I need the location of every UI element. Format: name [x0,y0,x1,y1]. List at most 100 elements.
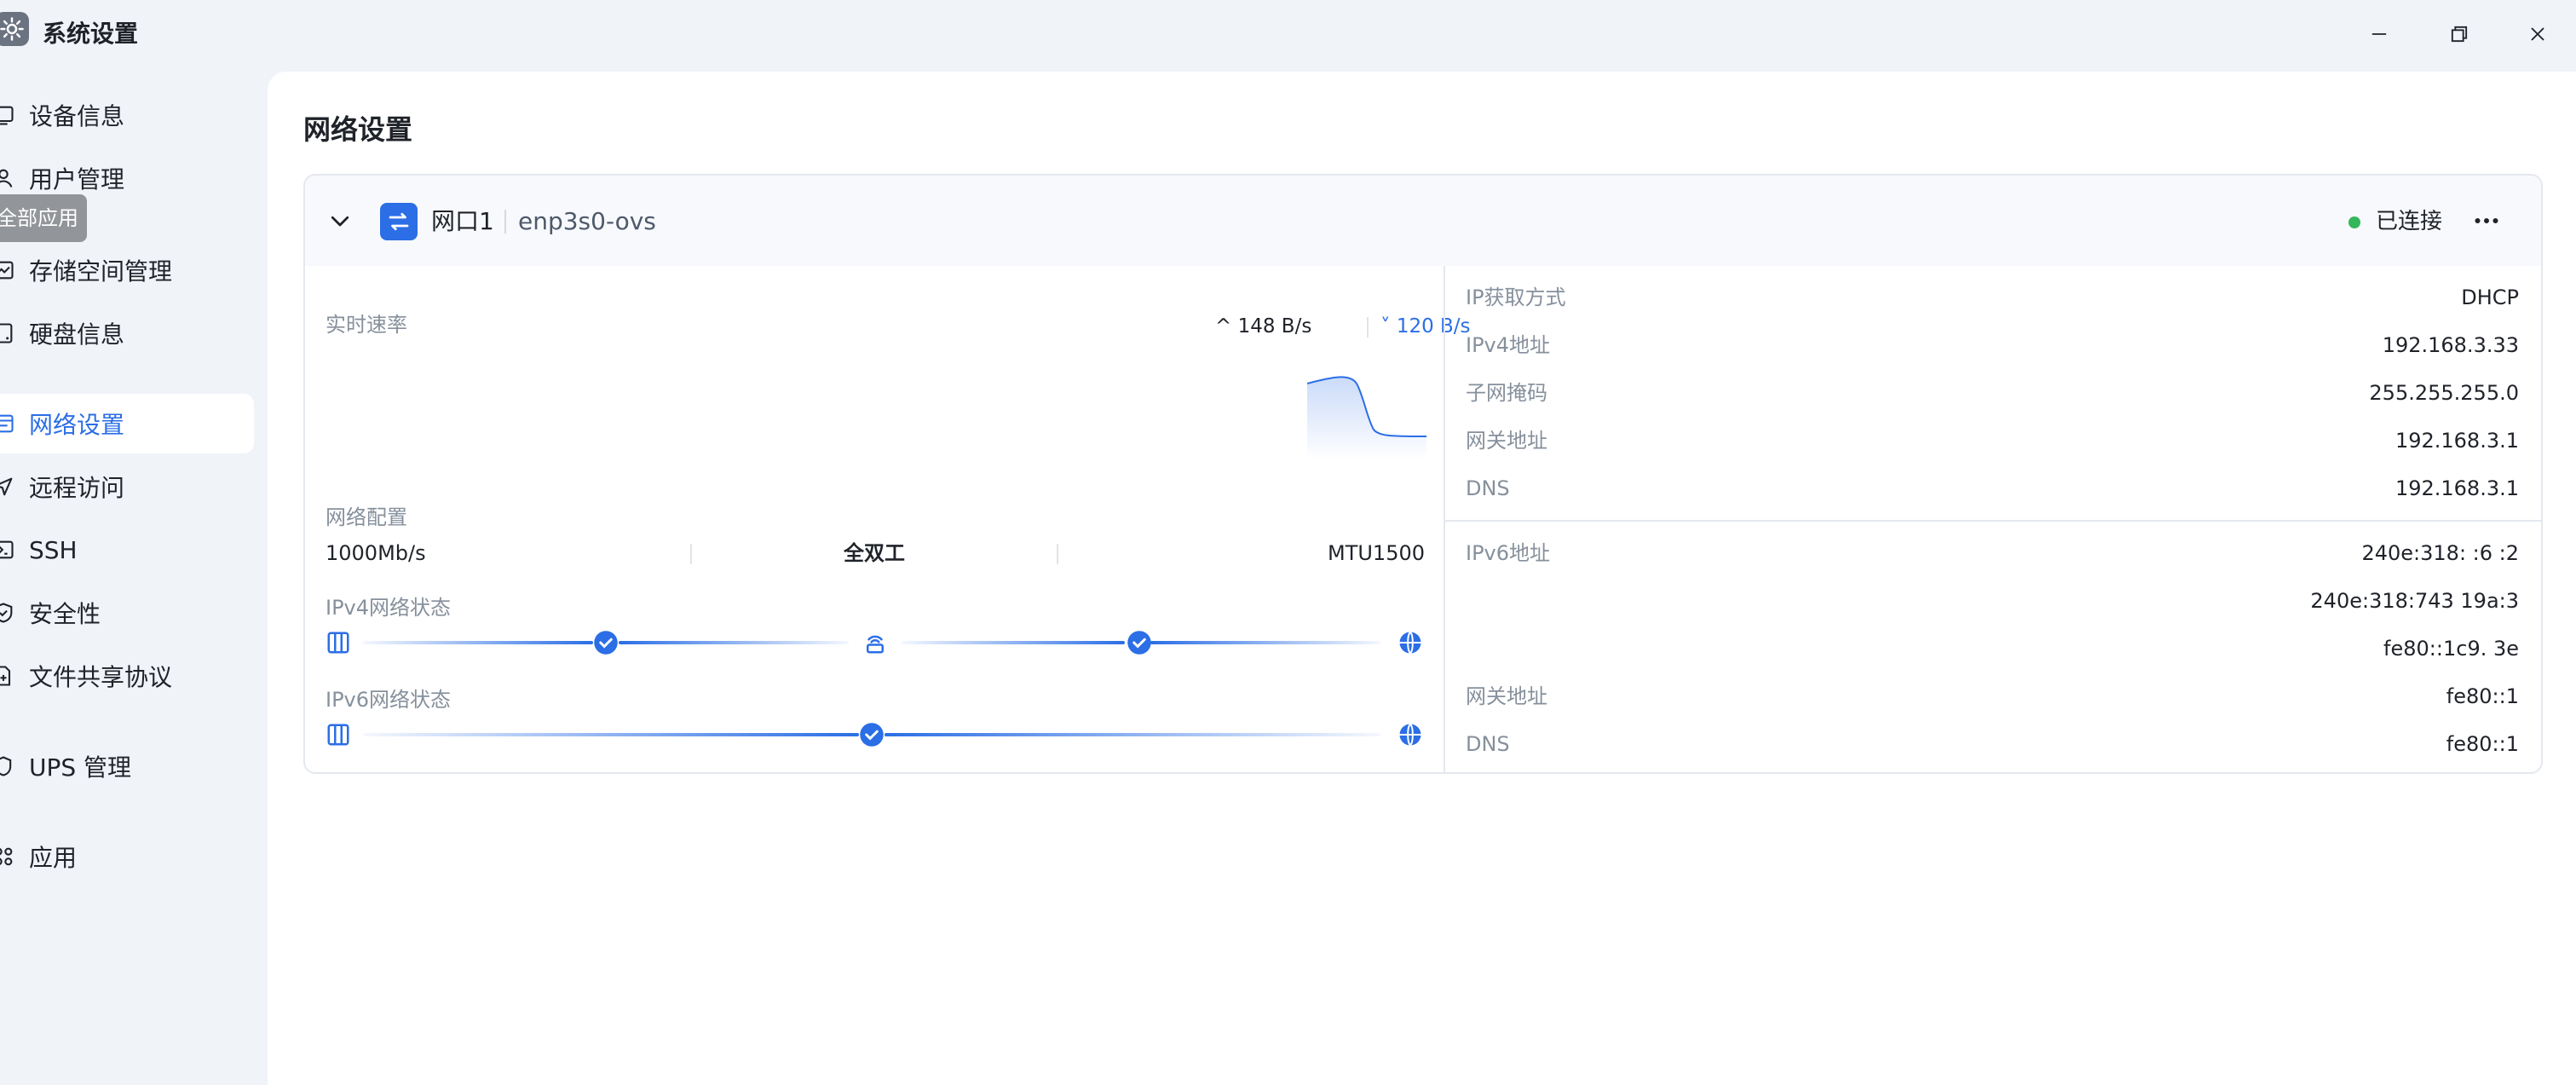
device-icon [0,103,15,127]
sidebar-item-disk-info[interactable]: 硬盘信息 [0,303,254,363]
sidebar-item-label: UPS 管理 [29,753,132,782]
storage-icon [0,258,15,282]
sidebar-item-remote-access[interactable]: 远程访问 [0,457,254,517]
more-options-icon[interactable] [2471,208,2502,234]
realtime-rate-chart [1307,376,1426,460]
ups-icon [0,754,15,778]
ipv6-gateway-value: fe80::1 [2446,684,2519,708]
sidebar-item-network[interactable]: 网络设置 [0,394,254,453]
port-status-pane: 实时速率 ^ 148 B/s ˅ 120 B/s 网络配置 1000Mb/s 全… [305,266,1471,772]
ipv4-address-value: 192.168.3.33 [2382,333,2519,357]
shield-icon [0,601,15,625]
upload-rate-value: 148 B/s [1237,315,1312,338]
sidebar-item-label: 存储空间管理 [29,257,173,286]
user-icon [0,166,15,190]
window-title: 系统设置 [43,20,139,48]
rate-divider [1367,317,1369,338]
rate-area [1307,377,1426,460]
network-config-label: 网络配置 [326,505,407,529]
sidebar-item-label: 应用 [29,844,78,872]
network-icon [0,412,15,436]
ipv4-gateway-value: 192.168.3.1 [2394,429,2519,453]
sidebar-item-security[interactable]: 安全性 [0,583,254,643]
remote-icon [0,475,15,499]
upload-rate: ^ 148 B/s [1215,312,1311,341]
sidebar: 设备信息 用户管理 存储空间管理 硬盘信息 网络设置 远程访问 SSH 安全性 … [0,72,266,1085]
ipv4-gateway-label: 网关地址 [1466,429,1547,453]
duplex-mode: 全双工 [844,541,905,565]
subnet-mask-label: 子网掩码 [1466,381,1547,405]
sidebar-item-ssh[interactable]: SSH [0,520,254,580]
sidebar-item-label: 远程访问 [29,474,125,502]
config-divider [690,544,692,564]
ipv4-ipv6-divider [1445,520,2541,522]
ipv4-address-label: IPv4地址 [1466,333,1551,357]
network-port-card: 网口1 enp3s0-ovs 已连接 实时速率 ^ 148 B/s ˅ 120 … [303,174,2543,774]
mtu-value: MTU1500 [1327,541,1425,565]
ipv6-address-label: IPv6地址 [1466,541,1551,565]
ip-details-pane: IP获取方式 DHCP IPv4地址 192.168.3.33 子网掩码 255… [1444,266,2541,772]
sidebar-item-device-info[interactable]: 设备信息 [0,85,254,145]
ipv6-address-2: 240e:318:743 19a:3 [2310,589,2519,613]
check-icon [859,722,885,747]
title-bar: 系统设置 [0,0,2576,72]
ipv6-gateway-label: 网关地址 [1466,684,1547,708]
check-icon [593,630,619,655]
check-icon [1127,630,1152,655]
file-share-icon [0,664,15,688]
globe-icon [1397,630,1423,655]
close-icon [2531,27,2544,41]
sidebar-item-apps[interactable]: 应用 [0,827,254,886]
realtime-rate-label: 实时速率 [326,313,407,337]
sidebar-item-label: 设备信息 [29,102,125,130]
all-apps-tooltip: 全部应用 [0,194,87,242]
ipv4-track-2 [619,641,849,644]
port-name: 网口1 [431,207,494,235]
sidebar-item-file-sharing[interactable]: 文件共享协议 [0,646,254,706]
arrow-up-icon: ^ [1215,315,1232,338]
disk-icon [0,321,15,345]
link-speed: 1000Mb/s [326,541,426,565]
globe-icon [1397,722,1423,747]
ip-mode-label: IP获取方式 [1466,286,1566,309]
ipv6-dns-value: fe80::1 [2446,732,2519,756]
sidebar-item-label: SSH [29,535,78,564]
sidebar-item-label: 网络设置 [29,411,125,439]
ipv6-track-1 [363,733,859,736]
arrow-down-icon: ˅ [1380,315,1391,338]
sidebar-item-storage[interactable]: 存储空间管理 [0,240,254,300]
ipv4-track-4 [1150,641,1380,644]
page-title: 网络设置 [303,113,413,146]
ipv6-address-1: 240e:318: :6 :2 [2361,541,2519,565]
ipv4-dns-value: 192.168.3.1 [2394,476,2519,500]
terminal-icon [0,538,15,562]
connection-status: 已连接 [2376,209,2443,234]
apps-icon [0,845,15,869]
ipv6-dns-label: DNS [1466,732,1510,756]
settings-app-icon [0,12,29,46]
nas-device-icon [326,630,351,655]
sidebar-item-label: 硬盘信息 [29,320,125,349]
subnet-mask-value: 255.255.255.0 [2369,381,2519,405]
restore-button[interactable] [2441,15,2478,53]
minimize-icon [2371,33,2387,35]
ip-mode-value: DHCP [2461,286,2519,309]
port-device-name: enp3s0-ovs [518,207,656,235]
ipv4-track-3 [902,641,1125,644]
ipv6-status-label: IPv6网络状态 [326,688,452,712]
restore-icon [2451,26,2468,43]
header-divider [504,210,506,234]
main-content: 网络设置 网口1 enp3s0-ovs 已连接 实时速率 ^ 148 B/s ˅ [268,72,2576,1085]
ipv4-status-label: IPv4网络状态 [326,596,452,620]
config-divider [1057,544,1058,564]
nas-device-icon [326,722,351,747]
sidebar-item-label: 文件共享协议 [29,663,173,691]
ipv4-track-1 [363,641,593,644]
chevron-down-icon[interactable] [327,208,353,234]
minimize-button[interactable] [2360,15,2398,53]
ipv6-track-2 [885,733,1380,736]
close-button[interactable] [2519,15,2556,53]
port-card-header[interactable]: 网口1 enp3s0-ovs 已连接 [305,176,2541,266]
sidebar-item-ups[interactable]: UPS 管理 [0,736,254,796]
sidebar-item-label: 用户管理 [29,165,125,193]
